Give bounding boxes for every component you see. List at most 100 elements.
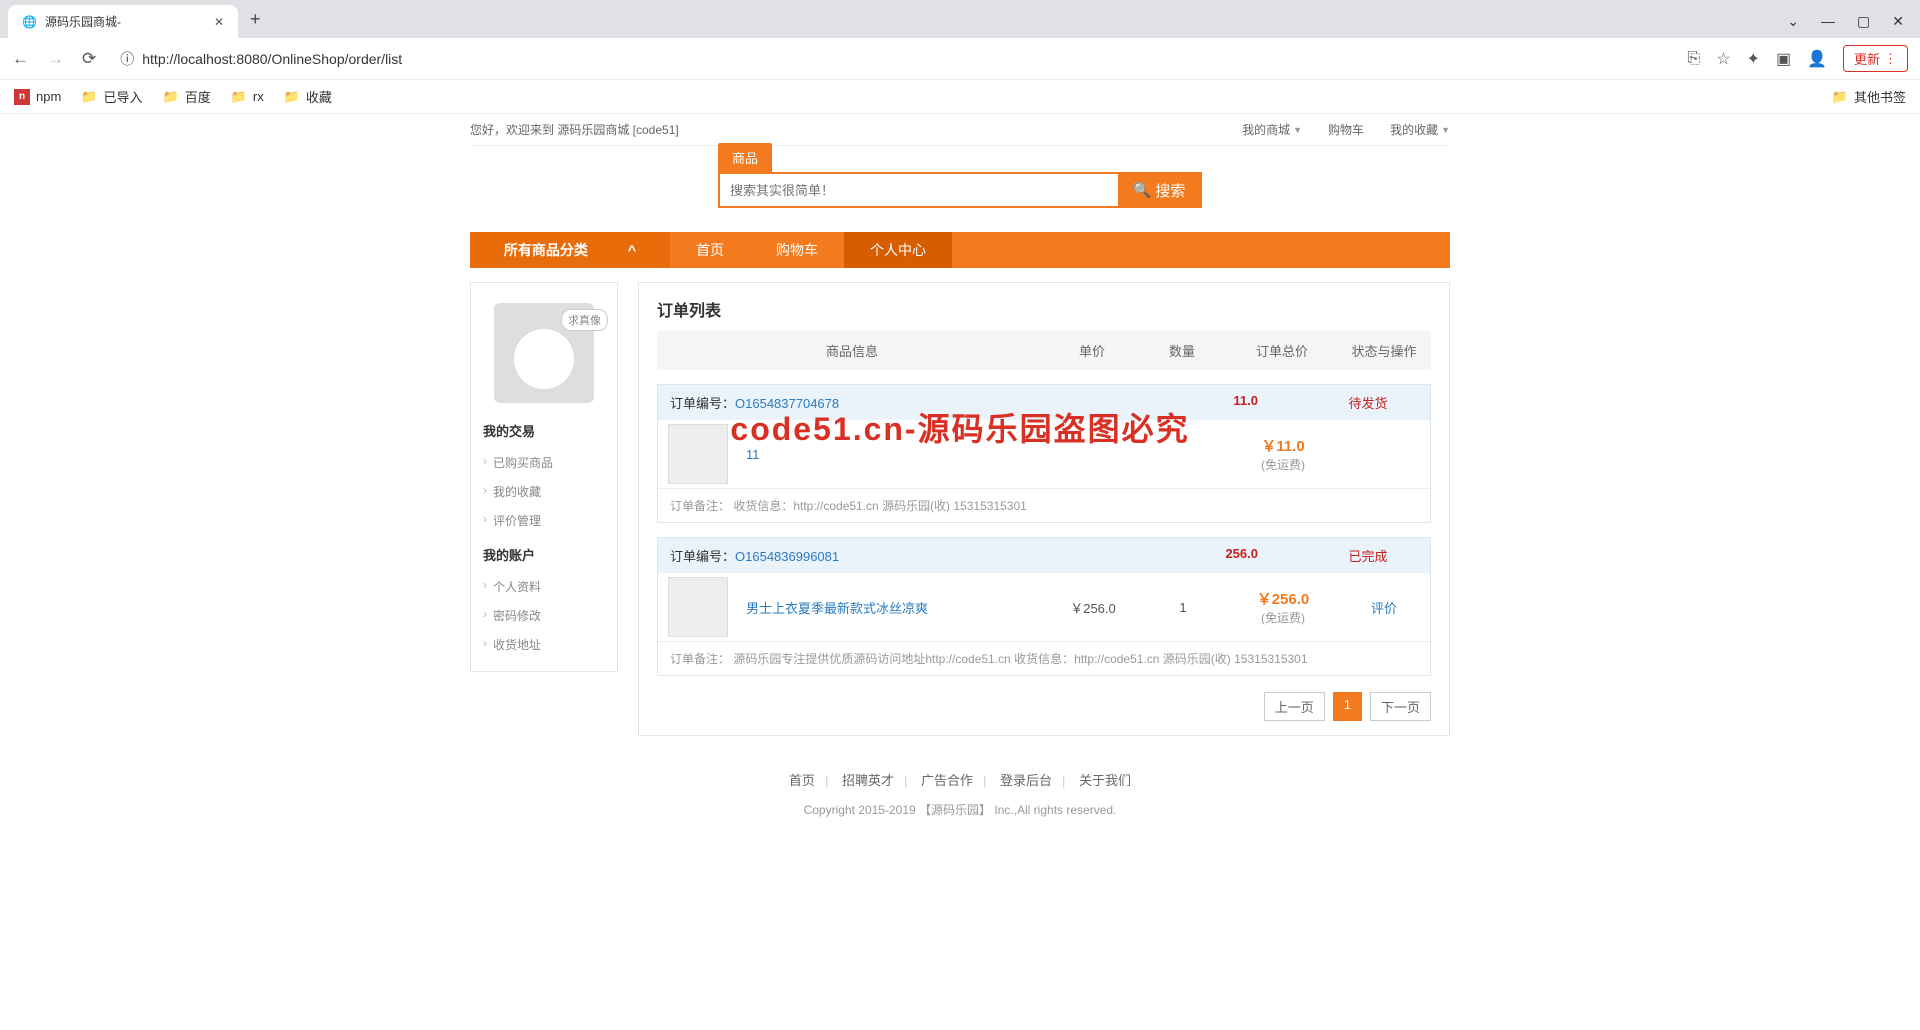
search-input[interactable]	[720, 174, 1118, 206]
product-link[interactable]: 11	[746, 447, 760, 462]
main-panel: 订单列表 商品信息 单价 数量 订单总价 状态与操作 订单编号：O1654837…	[638, 282, 1450, 736]
panel-icon[interactable]: ▣	[1776, 49, 1791, 69]
sidebar-link-address[interactable]: 收货地址	[483, 630, 605, 659]
new-tab-button[interactable]: +	[238, 1, 273, 38]
product-thumbnail[interactable]	[668, 577, 728, 637]
panel-title: 订单列表	[657, 297, 1431, 321]
order-sum: ￥11.0(免运费)	[1228, 435, 1338, 473]
window-controls: ⌄ — ▢ ✕	[1771, 5, 1920, 38]
sidebar: 求真像 我的交易 已购买商品 我的收藏 评价管理 我的账户 个人资料 密码修改 …	[470, 282, 618, 672]
avatar-bubble: 求真像	[561, 309, 608, 331]
avatar: 求真像	[494, 303, 594, 403]
order-header: 订单编号：O165483770467811.0待发货	[658, 385, 1430, 420]
order-block: 订单编号：O1654836996081256.0已完成男士上衣夏季最新款式冰丝凉…	[657, 537, 1431, 676]
order-note: 订单备注： 源码乐园专注提供优质源码访问地址http://code51.cn 收…	[658, 641, 1430, 675]
order-status: 待发货	[1318, 393, 1418, 412]
npm-icon: n	[14, 89, 30, 105]
sidebar-link-profile[interactable]: 个人资料	[483, 572, 605, 601]
nav-home[interactable]: 首页	[670, 232, 750, 268]
order-number: 订单编号：O1654836996081	[670, 546, 839, 565]
search-box: 🔍搜索	[718, 172, 1202, 208]
main-nav: 所有商品分类^ 首页 购物车 个人中心	[470, 232, 1450, 268]
chevron-up-icon: ^	[628, 242, 636, 258]
order-header: 订单编号：O1654836996081256.0已完成	[658, 538, 1430, 573]
order-action: 评价	[1338, 598, 1430, 617]
welcome-text: 您好，欢迎来到 源码乐园商城 [code51]	[470, 121, 1242, 138]
sidebar-title-trade: 我的交易	[483, 421, 605, 440]
unit-price: ￥256.0	[1048, 598, 1138, 617]
search-button[interactable]: 🔍搜索	[1118, 174, 1200, 206]
close-icon[interactable]: ✕	[214, 15, 224, 29]
bookmark-rx[interactable]: 📁rx	[231, 89, 264, 105]
product-thumbnail[interactable]	[668, 424, 728, 484]
footer-link-admin[interactable]: 登录后台	[1000, 773, 1052, 788]
quantity: 1	[1138, 600, 1228, 615]
order-block: 订单编号：O165483770467811.0待发货 11 ￥11.0(免运费) 订单…	[657, 384, 1431, 523]
search-tab-product[interactable]: 商品	[718, 143, 772, 172]
topbar-myshop[interactable]: 我的商城▼	[1242, 121, 1302, 138]
bookmark-npm[interactable]: nnpm	[14, 89, 61, 105]
bookmark-baidu[interactable]: 📁百度	[163, 87, 211, 106]
pager-next[interactable]: 下一页	[1370, 692, 1431, 721]
footer-link-home[interactable]: 首页	[789, 773, 815, 788]
nav-profile[interactable]: 个人中心	[844, 232, 952, 268]
all-categories[interactable]: 所有商品分类^	[470, 232, 670, 268]
tab-title: 源码乐园商城-	[45, 13, 121, 30]
footer-links: 首页| 招聘英才| 广告合作| 登录后台| 关于我们	[470, 770, 1450, 789]
pager-prev[interactable]: 上一页	[1264, 692, 1325, 721]
info-icon[interactable]: ⓘ	[120, 49, 134, 69]
profile-icon[interactable]: 👤	[1807, 49, 1827, 69]
search-icon: 🔍	[1133, 181, 1152, 199]
product-link[interactable]: 男士上衣夏季最新款式冰丝凉爽	[746, 601, 928, 616]
back-icon[interactable]: ←	[12, 49, 29, 69]
order-body: 11 ￥11.0(免运费)	[658, 420, 1430, 488]
browser-tab[interactable]: 🌐 源码乐园商城- ✕	[8, 5, 238, 38]
folder-icon: 📁	[81, 89, 97, 105]
th-qty: 数量	[1137, 341, 1227, 360]
sidebar-title-account: 我的账户	[483, 545, 605, 564]
bookmark-imported[interactable]: 📁已导入	[81, 87, 142, 106]
order-status: 已完成	[1318, 546, 1418, 565]
update-button[interactable]: 更新⋮	[1843, 45, 1908, 72]
order-note: 订单备注： 收货信息：http://code51.cn 源码乐园(收) 1531…	[658, 488, 1430, 522]
topbar-favorites[interactable]: 我的收藏▼	[1390, 121, 1450, 138]
order-total: 11.0	[1233, 393, 1318, 412]
order-table-header: 商品信息 单价 数量 订单总价 状态与操作	[657, 331, 1431, 370]
browser-tab-bar: 🌐 源码乐园商城- ✕ + ⌄ — ▢ ✕	[0, 0, 1920, 38]
sidebar-link-favorites[interactable]: 我的收藏	[483, 477, 605, 506]
other-bookmarks[interactable]: 📁其他书签	[1832, 87, 1906, 106]
product-name: 11	[738, 447, 1048, 462]
forward-icon[interactable]: →	[47, 49, 64, 69]
avatar-face-icon	[514, 329, 574, 389]
sidebar-link-purchased[interactable]: 已购买商品	[483, 448, 605, 477]
dropdown-icon[interactable]: ⌄	[1787, 13, 1799, 30]
globe-icon: 🌐	[22, 15, 37, 29]
bookmarks-bar: nnpm 📁已导入 📁百度 📁rx 📁收藏 📁其他书签	[0, 80, 1920, 114]
sidebar-link-reviews[interactable]: 评价管理	[483, 506, 605, 535]
folder-icon: 📁	[163, 89, 179, 105]
folder-icon: 📁	[284, 89, 300, 105]
review-link[interactable]: 评价	[1371, 601, 1397, 616]
caret-down-icon: ▼	[1441, 125, 1450, 135]
extension-icon[interactable]: ✦	[1747, 49, 1760, 69]
reload-icon[interactable]: ⟳	[82, 49, 96, 69]
footer-link-ads[interactable]: 广告合作	[921, 773, 973, 788]
th-product: 商品信息	[657, 341, 1047, 360]
folder-icon: 📁	[1832, 89, 1848, 105]
minimize-icon[interactable]: —	[1821, 13, 1835, 30]
bookmark-fav[interactable]: 📁收藏	[284, 87, 332, 106]
footer-link-about[interactable]: 关于我们	[1079, 773, 1131, 788]
pager-current[interactable]: 1	[1333, 692, 1362, 721]
topbar-cart[interactable]: 购物车	[1328, 121, 1364, 138]
url-text: http://localhost:8080/OnlineShop/order/l…	[142, 51, 402, 67]
url-input[interactable]: ⓘ http://localhost:8080/OnlineShop/order…	[110, 44, 1673, 74]
star-icon[interactable]: ☆	[1716, 49, 1730, 69]
close-window-icon[interactable]: ✕	[1892, 13, 1904, 30]
maximize-icon[interactable]: ▢	[1857, 13, 1870, 30]
footer-link-jobs[interactable]: 招聘英才	[842, 773, 894, 788]
address-bar: ← → ⟳ ⓘ http://localhost:8080/OnlineShop…	[0, 38, 1920, 80]
nav-cart[interactable]: 购物车	[750, 232, 844, 268]
caret-down-icon: ▼	[1293, 125, 1302, 135]
share-icon[interactable]: ⎘	[1687, 50, 1700, 68]
sidebar-link-password[interactable]: 密码修改	[483, 601, 605, 630]
